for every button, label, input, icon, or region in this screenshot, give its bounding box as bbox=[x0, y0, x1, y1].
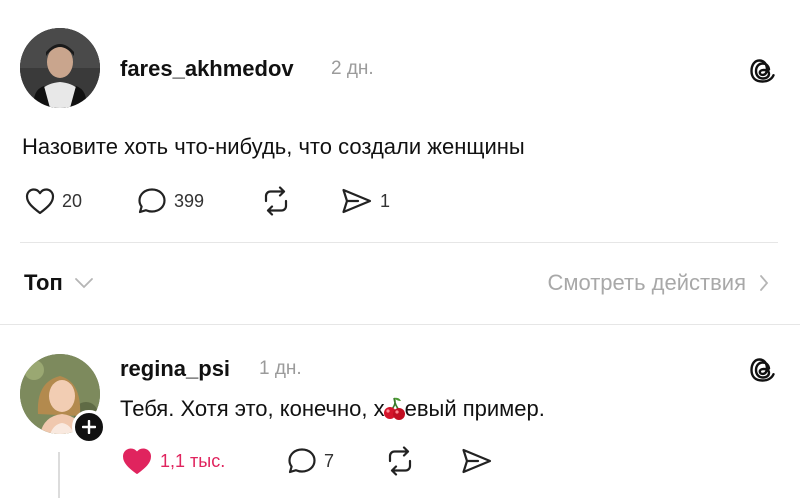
reply-like-count: 1,1 тыс. bbox=[160, 450, 226, 471]
share-icon bbox=[342, 188, 372, 214]
heart-icon bbox=[25, 188, 55, 215]
avatar-photo bbox=[20, 28, 100, 108]
share-icon bbox=[462, 448, 492, 474]
comment-icon bbox=[138, 188, 166, 214]
post-time: 2 дн. bbox=[331, 58, 374, 79]
post-text: Назовите хоть что-нибудь, что создали же… bbox=[22, 134, 525, 159]
view-activity-link[interactable]: Смотреть действия bbox=[547, 270, 770, 296]
like-button[interactable]: 20 bbox=[24, 186, 82, 216]
reply-text: Тебя. Хотя это, конечно, х евый пример. bbox=[120, 396, 545, 422]
plus-icon bbox=[82, 420, 96, 434]
reply-time: 1 дн. bbox=[259, 358, 302, 379]
threads-logo-icon[interactable] bbox=[748, 56, 778, 86]
comment-button[interactable]: 399 bbox=[136, 186, 204, 216]
author-avatar[interactable] bbox=[20, 28, 100, 108]
thread-line bbox=[58, 452, 60, 498]
threads-logo-icon[interactable] bbox=[748, 355, 778, 385]
view-activity-label: Смотреть действия bbox=[547, 270, 746, 295]
reply-text-start: Тебя. Хотя это, конечно, х bbox=[120, 396, 385, 421]
reply-comment-count: 7 bbox=[324, 450, 335, 471]
repost-icon bbox=[264, 186, 288, 216]
share-button[interactable]: 1 bbox=[340, 186, 390, 216]
chevron-right-icon bbox=[760, 275, 769, 291]
cherry-emoji bbox=[383, 397, 405, 420]
share-count: 1 bbox=[380, 190, 391, 211]
follow-button[interactable] bbox=[72, 410, 106, 444]
reply-username[interactable]: regina_psi bbox=[120, 356, 230, 382]
divider bbox=[20, 242, 778, 243]
sort-dropdown[interactable]: Топ bbox=[24, 270, 95, 296]
heart-icon bbox=[123, 448, 151, 474]
comment-count: 399 bbox=[174, 190, 205, 211]
reply-text-end: евый пример. bbox=[404, 396, 545, 421]
comment-icon bbox=[288, 448, 316, 474]
reply-comment-button[interactable]: 7 bbox=[286, 446, 334, 476]
repost-button[interactable] bbox=[258, 186, 294, 216]
reply-share-button[interactable] bbox=[460, 446, 494, 476]
sort-label: Топ bbox=[24, 270, 63, 295]
reply-like-button[interactable]: 1,1 тыс. bbox=[120, 446, 225, 476]
like-count: 20 bbox=[62, 190, 83, 211]
chevron-down-icon bbox=[74, 278, 93, 289]
repost-icon bbox=[388, 446, 412, 476]
section-divider bbox=[0, 324, 800, 325]
reply-repost-button[interactable] bbox=[382, 446, 418, 476]
author-username[interactable]: fares_akhmedov bbox=[120, 56, 294, 82]
